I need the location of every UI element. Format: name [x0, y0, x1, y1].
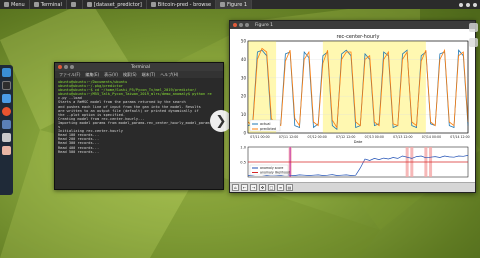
y-tick-label: 50 [241, 39, 247, 44]
y-tick-label: 20 [241, 94, 247, 99]
ubuntu-icon[interactable] [2, 107, 11, 116]
x-tick-label: 07/12 00:00 [307, 135, 326, 139]
launcher-dock [0, 65, 13, 195]
terminal-output[interactable]: ubuntu@ubuntu:~/Documents/ubuntu ubuntu@u… [55, 78, 223, 189]
x-tick-label: 07/11 12:00 [279, 135, 298, 139]
y-tick-label: 0 [243, 131, 246, 136]
forward-icon[interactable]: → [250, 184, 257, 191]
terminal-line: ubuntu@ubuntu:~/M55_Talk_Pycon_Taiwan_20… [58, 92, 212, 97]
x-tick-label: 07/12 12:00 [336, 135, 355, 139]
pan-icon[interactable]: ✥ [259, 184, 266, 191]
y-tick-label: 10 [241, 112, 247, 117]
taskbar-item-browser[interactable]: Bitcoin-pred - browse [147, 0, 217, 9]
y-tick-label: 0.5 [240, 161, 246, 165]
browser-launcher-icon[interactable] [2, 94, 11, 103]
panel-icon[interactable] [468, 38, 478, 47]
taskbar-label: Terminal [40, 1, 62, 8]
menu-help[interactable]: ヘルプ(H) [160, 72, 178, 78]
zoom-icon[interactable]: □ [268, 184, 275, 191]
maximize-icon[interactable] [245, 23, 249, 27]
x-axis-label: Date [354, 140, 363, 144]
chart-title: rec-center-hourly [337, 34, 380, 40]
save-icon[interactable]: ▤ [286, 184, 293, 191]
menu-terminal[interactable]: 端末(T) [142, 72, 156, 78]
y-tick-label: 30 [241, 75, 247, 80]
back-icon[interactable]: ← [241, 184, 248, 191]
figure-title: Figure 1 [255, 22, 274, 28]
legend-label: predicted [260, 127, 276, 131]
taskbar-item-terminal[interactable]: Terminal [30, 0, 67, 9]
avatar-icon[interactable] [2, 146, 11, 155]
legend-label: actual [260, 122, 270, 126]
terminal-title: Terminal [131, 64, 151, 70]
minimize-icon[interactable] [239, 23, 243, 27]
menu-edit[interactable]: 編集(E) [85, 72, 99, 78]
close-icon[interactable] [233, 23, 237, 27]
y-tick-label: 40 [241, 57, 247, 62]
y-tick-label: 1.0 [240, 146, 246, 150]
files-icon[interactable] [2, 68, 11, 77]
legend-label: anomaly score [260, 166, 283, 170]
figure-titlebar[interactable]: Figure 1 [230, 21, 475, 29]
figure-window[interactable]: Figure 1 0 10 20 30 40 50 rec-center-hourly 07/… [229, 20, 476, 193]
taskbar-label: Bitcoin-pred - browse [157, 1, 212, 8]
taskbar-item-figure[interactable]: Figure 1 [216, 0, 253, 9]
terminal-line: Importing model params from model_params… [58, 120, 210, 125]
terminal-line: Read 500 records... [58, 149, 100, 154]
menu-view[interactable]: 表示(V) [104, 72, 118, 78]
terminal-icon [33, 2, 39, 7]
folder-icon [86, 2, 92, 7]
maximize-icon[interactable] [70, 65, 74, 69]
taskbar-label: [dataset_predictor] [93, 1, 142, 8]
taskbar-item-dataset[interactable]: [dataset_predictor] [83, 0, 147, 9]
taskbar-label: Menu [11, 1, 25, 8]
system-tray [459, 2, 480, 7]
settings-icon[interactable] [2, 120, 11, 129]
taskbar-item-menu[interactable]: Menu [0, 0, 30, 9]
x-tick-label: 07/11 00:00 [250, 135, 269, 139]
power-icon[interactable] [473, 2, 477, 7]
plot-canvas[interactable]: 0 10 20 30 40 50 rec-center-hourly 07/11 00:00 0… [230, 29, 475, 182]
x-tick-label: 07/14 00:00 [422, 135, 441, 139]
terminal-titlebar[interactable]: Terminal [55, 63, 223, 71]
network-icon[interactable] [459, 2, 463, 7]
terminal-launcher-icon[interactable] [2, 81, 11, 90]
x-tick-label: 07/13 12:00 [393, 135, 412, 139]
desktop-wallpaper: Menu Terminal [dataset_predictor] Bitcoi… [0, 0, 480, 258]
taskbar-item-2[interactable] [67, 0, 83, 9]
taskbar-label: Figure 1 [227, 1, 248, 8]
right-panel [466, 20, 480, 140]
x-tick-label: 07/13 00:00 [365, 135, 384, 139]
figure-toolbar: ⌂ ← → ✥ □ ≡ ▤ [230, 182, 475, 192]
menu-search[interactable]: 検索(S) [123, 72, 137, 78]
taskbar: Menu Terminal [dataset_predictor] Bitcoi… [0, 0, 480, 9]
terminal-window[interactable]: Terminal ファイル(F) 編集(E) 表示(V) 検索(S) 端末(T)… [54, 62, 224, 190]
figure-icon [220, 2, 226, 7]
volume-icon[interactable] [466, 2, 470, 7]
subplots-icon[interactable]: ≡ [277, 184, 284, 191]
minimize-icon[interactable] [64, 65, 68, 69]
menu-file[interactable]: ファイル(F) [59, 72, 80, 78]
chevron-right-icon: ❯ [215, 113, 227, 129]
trash-icon[interactable] [2, 133, 11, 142]
close-icon[interactable] [58, 65, 62, 69]
window-icon [70, 2, 76, 7]
terminal-menubar: ファイル(F) 編集(E) 表示(V) 検索(S) 端末(T) ヘルプ(H) [55, 71, 223, 78]
panel-icon[interactable] [468, 23, 478, 32]
menu-icon [4, 2, 9, 7]
home-icon[interactable]: ⌂ [232, 184, 239, 191]
browser-icon [150, 2, 156, 7]
legend-label: anomaly likelihood [260, 171, 290, 175]
